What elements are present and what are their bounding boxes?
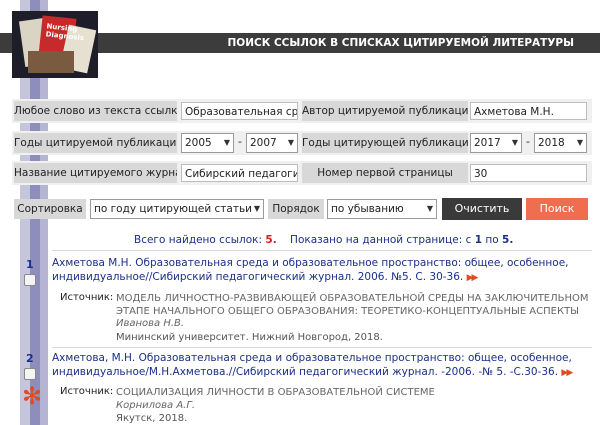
cited-year-to-value: 2007	[250, 137, 277, 149]
source-title-line: МОДЕЛЬ ЛИЧНОСТНО-РАЗВИВАЮЩЕЙ ОБРАЗОВАТЕЛ…	[116, 293, 589, 304]
results-summary: Всего найдено ссылок: 5. Показано на дан…	[134, 234, 513, 246]
word-input[interactable]: Образовательная среда	[181, 102, 298, 120]
author-label: Автор цитируемой публикации	[302, 101, 468, 121]
cited-years-label: Годы цитируемой публикации	[14, 133, 177, 153]
result-number: 1	[26, 258, 34, 271]
shown-from: 1	[474, 234, 483, 246]
sort-label: Сортировка	[14, 199, 86, 219]
chevron-down-icon: ▼	[511, 138, 518, 147]
result-checkbox[interactable]	[24, 274, 36, 286]
clear-button[interactable]: Очистить	[442, 198, 522, 220]
author-input[interactable]: Ахметова М.Н.	[470, 102, 587, 120]
source-author: Корнилова А.Г.	[116, 400, 196, 411]
result-number: 2	[26, 352, 34, 365]
order-value: по убыванию	[331, 203, 404, 215]
shown-to: 5.	[502, 234, 514, 246]
cited-year-from-select[interactable]: 2005 ▼	[181, 133, 234, 153]
page-title: ПОИСК ССЫЛОК В СПИСКАХ ЦИТИРУЕМОЙ ЛИТЕРА…	[227, 37, 575, 49]
chevron-down-icon: ▼	[253, 204, 260, 213]
result-reference[interactable]: Ахметова М.Н. Образовательная среда и об…	[52, 256, 592, 285]
shown-mid: по	[485, 234, 499, 246]
chevron-down-icon: ▼	[223, 138, 230, 147]
cited-year-from-value: 2005	[185, 137, 212, 149]
source-title-line: СОЦИАЛИЗАЦИЯ ЛИЧНОСТИ В ОБРАЗОВАТЕЛЬНОЙ …	[116, 387, 435, 398]
found-count: 5.	[265, 234, 277, 246]
citing-year-to-value: 2018	[538, 137, 565, 149]
chevron-down-icon: ▼	[426, 204, 433, 213]
journal-label: Название цитируемого журнала	[14, 163, 177, 183]
divider	[52, 347, 592, 348]
citing-year-to-select[interactable]: 2018 ▼	[534, 133, 587, 153]
chevron-down-icon: ▼	[287, 138, 294, 147]
citing-year-from-select[interactable]: 2017 ▼	[470, 133, 522, 153]
source-publisher: Мининский университет. Нижний Новгород, …	[116, 332, 383, 343]
fast-forward-icon[interactable]: ▶▶	[561, 368, 573, 378]
source-publisher: Якутск, 2018.	[116, 413, 188, 424]
citing-years-label: Годы цитирующей публикации	[302, 133, 468, 153]
source-title[interactable]: СОЦИАЛИЗАЦИЯ ЛИЧНОСТИ В ОБРАЗОВАТЕЛЬНОЙ …	[116, 386, 592, 399]
shown-label: Показано на данной странице: с	[290, 234, 472, 246]
reference-line: индивидуальное/М.Н.Ахметова.//Сибирский …	[52, 366, 559, 378]
fast-forward-icon[interactable]: ▶▶	[467, 273, 479, 283]
logo-books-image: Nursing Diagnosis	[12, 11, 98, 78]
reference-line: Ахметова М.Н. Образовательная среда и об…	[52, 257, 569, 269]
range-dash: -	[238, 135, 242, 148]
reference-line: индивидуальное//Сибирский педагогический…	[52, 271, 464, 283]
cited-year-to-select[interactable]: 2007 ▼	[246, 133, 298, 153]
source-title[interactable]: МОДЕЛЬ ЛИЧНОСТНО-РАЗВИВАЮЩЕЙ ОБРАЗОВАТЕЛ…	[116, 292, 592, 318]
result-checkbox[interactable]	[24, 368, 36, 380]
source-title-line: ЭТАПЕ НАЧАЛЬНОГО ОБЩЕГО ОБРАЗОВАНИЯ: ТЕО…	[116, 306, 580, 317]
source-label: Источник:	[60, 292, 114, 303]
citing-year-from-value: 2017	[474, 137, 501, 149]
search-button[interactable]: Поиск	[526, 198, 588, 220]
order-select[interactable]: по убыванию ▼	[327, 199, 437, 219]
divider	[52, 250, 592, 251]
sort-select[interactable]: по году цитирующей статьи ▼	[90, 199, 264, 219]
first-page-label: Номер первой страницы	[302, 163, 468, 183]
asterisk-icon: ✻	[22, 382, 43, 410]
source-author: Иванова Н.В.	[116, 318, 185, 329]
source-label: Источник:	[60, 386, 114, 397]
sort-value: по году цитирующей статьи	[94, 203, 252, 215]
order-label: Порядок	[268, 199, 324, 219]
result-reference[interactable]: Ахметова, М.Н. Образовательная среда и о…	[52, 351, 592, 380]
reference-line: Ахметова, М.Н. Образовательная среда и о…	[52, 352, 572, 364]
chevron-down-icon: ▼	[576, 138, 583, 147]
word-label: Любое слово из текста ссылки	[14, 101, 177, 121]
first-page-input[interactable]: 30	[470, 164, 587, 182]
range-dash: -	[526, 135, 530, 148]
found-label: Всего найдено ссылок:	[134, 234, 263, 246]
journal-input[interactable]: Сибирский педагогический	[181, 164, 298, 182]
